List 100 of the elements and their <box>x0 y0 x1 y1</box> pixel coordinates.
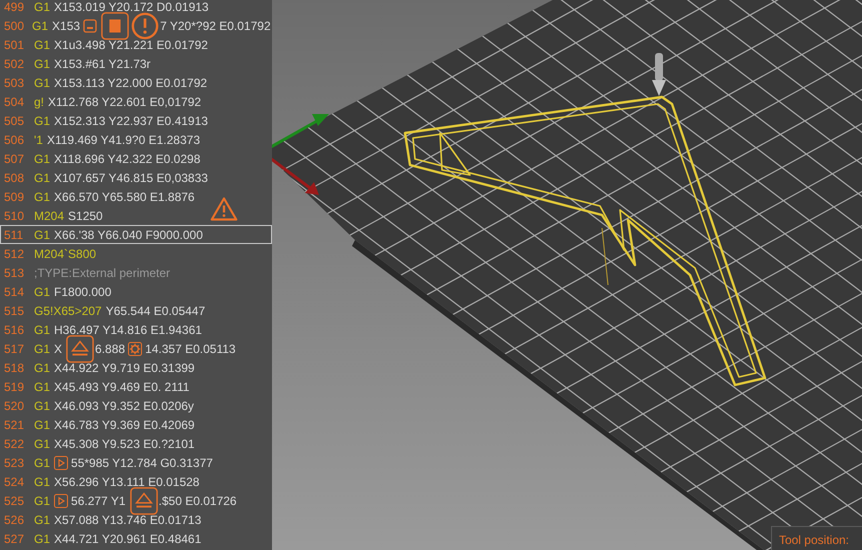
line-number: 525 <box>4 494 26 508</box>
gcode-parameters: X57.088 Y13.746 E0.01713 <box>54 512 202 526</box>
gcode-parameters: X66.570 Y65.580 E1.8876 <box>54 190 195 204</box>
gcode-line[interactable]: 501 G1 X1u3.498 Y21.221 E0.01792 <box>0 35 272 54</box>
line-number: 521 <box>4 418 26 432</box>
gcode-parameters: X45.308 Y9.523 E0.?2101 <box>54 436 195 450</box>
gcode-parameters: X1u3.498 Y21.221 E0.01792 <box>54 38 208 52</box>
gcode-command: G1 <box>34 152 50 166</box>
gcode-command: G1 <box>34 38 50 52</box>
play-icon[interactable] <box>54 494 68 508</box>
gcode-parameters: S1250 <box>68 208 103 222</box>
line-number: 516 <box>4 322 26 336</box>
gcode-line[interactable]: 514 G1 F1800.000 <box>0 282 272 301</box>
gcode-command: G1 <box>34 398 50 412</box>
gcode-parameters: 6.888 <box>95 342 126 356</box>
gcode-command: G1 <box>34 76 50 90</box>
gcode-line[interactable]: 500 G1 X153 7 Y20*?92 E0.01792 <box>0 16 272 35</box>
line-number: 514 <box>4 284 26 298</box>
gcode-parameters: X112.768 Y22.601 E0,01792 <box>48 94 202 108</box>
gcode-parameters: X153.019 Y20.172 D0.01913 <box>54 0 209 14</box>
gcode-command: G1 <box>34 360 50 374</box>
gcode-line[interactable]: 517 G1 X 6.888 14.357 E0.05113 <box>0 339 272 358</box>
gcode-line[interactable]: 525 G1 56.277 Y1 .$50 E0.01726 <box>0 491 272 510</box>
line-number: 517 <box>4 342 26 356</box>
gcode-parameters: 7 Y20*?92 E0.01792 <box>160 18 271 32</box>
gcode-parameters: X153.#61 Y21.73r <box>54 56 151 70</box>
gcode-parameters: X45.493 Y9.469 E0. 2111 <box>54 380 190 394</box>
warning-icon[interactable] <box>210 194 238 222</box>
gcode-line[interactable]: 523 G1 55*985 Y12.784 G0.31377 <box>0 453 272 472</box>
eject-icon[interactable] <box>66 334 94 362</box>
line-number: 504 <box>4 94 26 108</box>
gcode-line[interactable]: 502 G1 X153.#61 Y21.73r <box>0 54 272 73</box>
line-number: 524 <box>4 474 26 488</box>
gcode-line[interactable]: 521 G1 X46.783 Y9.369 E0.42069 <box>0 415 272 434</box>
line-number: 500 <box>4 18 24 32</box>
gcode-line[interactable]: 499 G1 X153.019 Y20.172 D0.01913 <box>0 0 272 16</box>
gcode-line[interactable]: 508 G1 X107.657 Y46.815 E0,03833 <box>0 168 272 187</box>
play-icon[interactable] <box>54 456 68 470</box>
gcode-line[interactable]: 504 g! X112.768 Y22.601 E0,01792 <box>0 92 272 111</box>
gcode-parameters: X46.093 Y9.352 E0.0206y <box>54 398 194 412</box>
gcode-command: G1 <box>34 342 50 356</box>
gcode-command: G1 <box>34 512 50 526</box>
gcode-command: M204 <box>34 208 64 222</box>
gear-icon[interactable] <box>128 342 142 356</box>
gcode-parameters: X66.'38 Y66.040 F9000.000 <box>54 228 203 242</box>
gcode-line[interactable]: 526 G1 X57.088 Y13.746 E0.01713 <box>0 510 272 529</box>
gcode-command: G5!X65>207 <box>34 304 102 318</box>
line-number: 527 <box>4 532 26 546</box>
line-number: 502 <box>4 56 26 70</box>
line-number: 515 <box>4 304 26 318</box>
gcode-comment: ;TYPE:External perimeter <box>34 266 170 280</box>
gcode-command: G1 <box>32 18 48 32</box>
line-number: 522 <box>4 436 26 450</box>
gcode-command: g! <box>34 94 44 108</box>
gcode-line[interactable]: 527 G1 X44.721 Y20.961 E0.48461 <box>0 529 272 548</box>
line-number: 509 <box>4 190 26 204</box>
gcode-parameters: X107.657 Y46.815 E0,03833 <box>54 170 208 184</box>
gcode-parameters: X56.296 Y13.111 E0.01528 <box>54 474 200 488</box>
gcode-line[interactable]: 503 G1 X153.113 Y22.000 E0.01792 <box>0 73 272 92</box>
line-number: 526 <box>4 512 26 526</box>
minus-icon[interactable] <box>83 18 98 32</box>
gcode-command: G1 <box>34 56 50 70</box>
tool-position-label: Tool position: <box>770 526 862 550</box>
gcode-command: M204`S800 <box>34 246 96 260</box>
gcode-parameters: X44.721 Y20.961 E0.48461 <box>54 532 202 546</box>
line-number: 513 <box>4 266 26 280</box>
stop-icon[interactable] <box>101 12 130 40</box>
gcode-line[interactable]: 516 G1 H36.497 Y14.816 E1.94361 <box>0 320 272 339</box>
gcode-line[interactable]: 515 G5!X65>207 Y65.544 E0.05447 <box>0 301 272 320</box>
gcode-line[interactable]: 505 G1 X152.313 Y22.937 E0.41913 <box>0 111 272 130</box>
gcode-command: G1 <box>34 532 50 546</box>
gcode-line[interactable]: 522 G1 X45.308 Y9.523 E0.?2101 <box>0 434 272 453</box>
line-number: 508 <box>4 170 26 184</box>
gcode-parameters: 14.357 E0.05113 <box>145 342 236 356</box>
gcode-parameters: F1800.000 <box>54 284 112 298</box>
gcode-parameters: X44.922 Y9.719 E0.31399 <box>54 360 195 374</box>
gcode-line[interactable]: 519 G1 X45.493 Y9.469 E0. 2111 <box>0 377 272 396</box>
gcode-command: G1 <box>34 190 50 204</box>
gcode-parameters: X153.113 Y22.000 E0.01792 <box>54 76 208 90</box>
gcode-command: G1 <box>34 114 50 128</box>
gcode-command: '1 <box>34 132 43 146</box>
gcode-command: G1 <box>34 0 50 14</box>
gcode-command: G1 <box>34 170 50 184</box>
gcode-command: G1 <box>34 436 50 450</box>
gcode-line[interactable]: 509 G1 X66.570 Y65.580 E1.8876 <box>0 187 272 206</box>
gcode-parameters: X119.469 Y41.9?0 E1.28373 <box>46 132 200 146</box>
gcode-line[interactable]: 510 M204 S1250 <box>0 206 272 225</box>
gcode-line[interactable]: 518 G1 X44.922 Y9.719 E0.31399 <box>0 358 272 377</box>
gcode-line[interactable]: 520 G1 X46.093 Y9.352 E0.0206y <box>0 396 272 415</box>
gcode-parameters: X118.696 Y42.322 E0.0298 <box>54 152 200 166</box>
gcode-command: G1 <box>34 322 50 336</box>
line-number: 512 <box>4 246 26 260</box>
gcode-line[interactable]: 512 M204`S800 <box>0 244 272 263</box>
gcode-line[interactable]: 524 G1 X56.296 Y13.111 E0.01528 <box>0 472 272 491</box>
gcode-line[interactable]: 506 '1 X119.469 Y41.9?0 E1.28373 <box>0 130 272 149</box>
gcode-line[interactable]: 507 G1 X118.696 Y42.322 E0.0298 <box>0 149 272 168</box>
alert-icon[interactable] <box>131 12 160 40</box>
eject-icon[interactable] <box>130 486 158 514</box>
gcode-parameters: X <box>54 342 62 356</box>
gcode-parameters: 55*985 Y12.784 G0.31377 <box>71 456 213 470</box>
